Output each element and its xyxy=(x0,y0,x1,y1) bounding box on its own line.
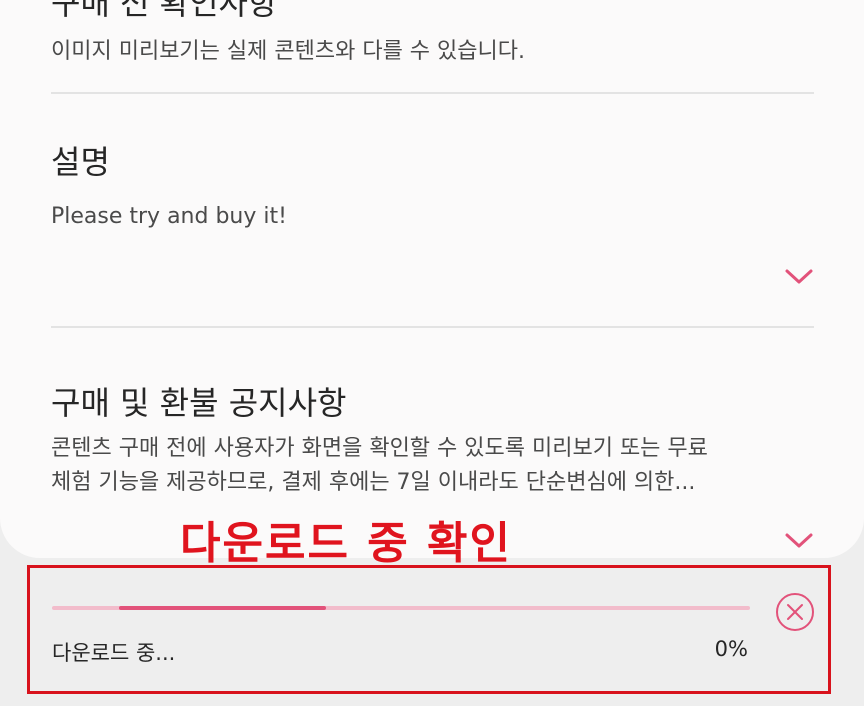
refund-policy-body-line2: 체험 기능을 제공하므로, 결제 후에는 7일 이내라도 단순변심에 의한... xyxy=(51,470,696,495)
purchase-notes-title: 구매 전 확인사항 xyxy=(51,0,278,22)
content-card: 구매 전 확인사항 이미지 미리보기는 실제 콘텐츠와 다를 수 있습니다. 설… xyxy=(0,0,864,558)
divider xyxy=(51,326,814,328)
download-percent: 0% xyxy=(714,637,748,661)
divider xyxy=(51,92,814,94)
download-progress-indicator xyxy=(119,606,326,610)
refund-policy-title: 구매 및 환불 공지사항 xyxy=(51,384,347,422)
description-body: Please try and buy it! xyxy=(51,204,287,229)
download-status-label: 다운로드 중... xyxy=(52,641,176,665)
chevron-down-icon[interactable] xyxy=(784,266,814,286)
purchase-notes-body: 이미지 미리보기는 실제 콘텐츠와 다를 수 있습니다. xyxy=(51,39,525,64)
chevron-down-icon[interactable] xyxy=(784,530,814,550)
refund-policy-body-line1: 콘텐츠 구매 전에 사용자가 화면을 확인할 수 있도록 미리보기 또는 무료 xyxy=(51,436,708,461)
download-annotation: 다운로드 중 확인 xyxy=(180,518,512,569)
description-title: 설명 xyxy=(51,143,110,181)
download-panel: 다운로드 중... 0% xyxy=(27,565,831,694)
close-circle-icon[interactable] xyxy=(775,592,815,632)
download-progress-bar xyxy=(52,606,750,610)
